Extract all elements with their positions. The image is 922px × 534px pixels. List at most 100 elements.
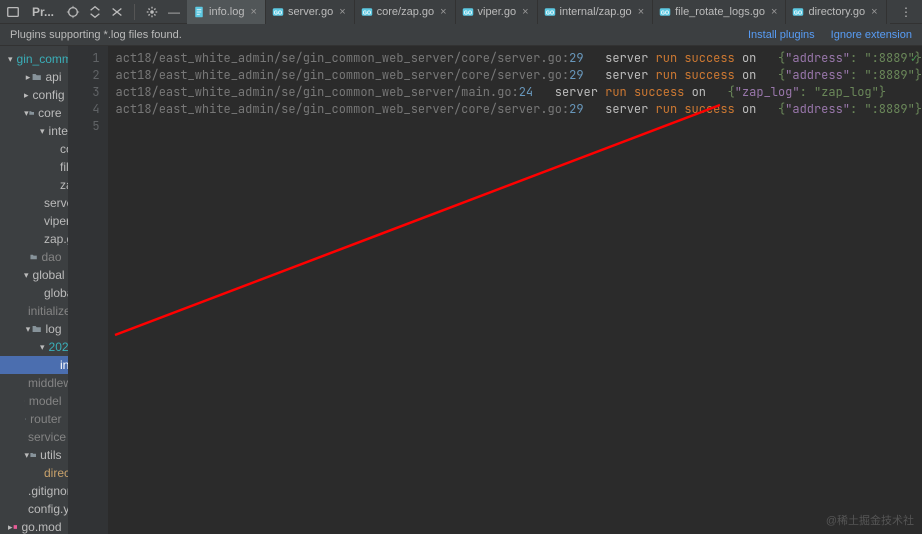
chevron-icon[interactable]: ▸ bbox=[24, 72, 32, 83]
tree-item-server-go[interactable]: GOserver.go bbox=[0, 194, 68, 212]
tab-label: info.log bbox=[209, 6, 244, 18]
tree-item-config-yaml[interactable]: config.yaml bbox=[0, 500, 68, 518]
tab-dropdown-icon[interactable]: ⋮ bbox=[894, 5, 918, 19]
tree-item-constants-go[interactable]: GOconstants.go bbox=[0, 140, 68, 158]
svg-text:GO: GO bbox=[274, 10, 282, 16]
tree-item-label: go.mod bbox=[21, 520, 61, 534]
tree-item-label: config bbox=[33, 88, 65, 102]
tree-item-go-mod[interactable]: ▸go.mod bbox=[0, 518, 68, 534]
tree-item-label: internal bbox=[49, 124, 68, 138]
tab-info-log[interactable]: info.log × bbox=[187, 0, 266, 24]
go-icon: GO bbox=[544, 6, 556, 18]
code-line[interactable]: act18/east_white_admin/se/gin_common_web… bbox=[108, 67, 922, 84]
tree-item-label: service bbox=[28, 430, 66, 444]
chevron-icon[interactable]: ▾ bbox=[40, 342, 45, 353]
tree-item-zap-go[interactable]: GOzap.go bbox=[0, 176, 68, 194]
tree-item-label: initialize bbox=[28, 304, 68, 318]
divider bbox=[134, 4, 135, 20]
go-icon: GO bbox=[462, 6, 474, 18]
tree-item-label: server.go bbox=[44, 196, 68, 210]
go-icon: GO bbox=[659, 6, 671, 18]
close-icon[interactable]: × bbox=[520, 6, 530, 18]
line-number: 2 bbox=[68, 67, 100, 84]
tree-item-label: gin_common_web_server bbox=[17, 52, 68, 66]
tree-item-label: utils bbox=[40, 448, 61, 462]
tab-label: file_rotate_logs.go bbox=[675, 6, 765, 18]
close-icon[interactable]: × bbox=[438, 6, 448, 18]
close-icon[interactable]: × bbox=[337, 6, 347, 18]
svg-text:GO: GO bbox=[363, 10, 371, 16]
go-icon: GO bbox=[361, 6, 373, 18]
chevron-icon[interactable]: ▾ bbox=[40, 126, 45, 137]
tree-item-label: constants.go bbox=[60, 142, 68, 156]
checkmark-icon: ✓ bbox=[911, 50, 918, 66]
close-icon[interactable]: × bbox=[869, 6, 879, 18]
tree-item-label: middleware bbox=[28, 376, 68, 390]
tab-label: server.go bbox=[288, 6, 333, 18]
code-line[interactable]: act18/east_white_admin/se/gin_common_web… bbox=[108, 101, 922, 118]
project-label: Pr... bbox=[26, 5, 60, 19]
tree-item-config[interactable]: ▸ config bbox=[0, 86, 68, 104]
install-plugins-link[interactable]: Install plugins bbox=[748, 29, 815, 41]
collapse-icon[interactable] bbox=[108, 3, 126, 21]
tree-item-2023-03-22[interactable]: ▾2023-03-22 bbox=[0, 338, 68, 356]
gear-icon[interactable] bbox=[143, 3, 161, 21]
tab-label: internal/zap.go bbox=[560, 6, 632, 18]
tree-item-label: file_rotate_logs.go bbox=[60, 160, 68, 174]
tree-item-info-log[interactable]: info.log bbox=[0, 356, 68, 374]
tab-label: viper.go bbox=[478, 6, 517, 18]
tree-item-label: global.go bbox=[44, 286, 68, 300]
tab-directory-go[interactable]: GOdirectory.go× bbox=[786, 0, 886, 24]
chevron-icon[interactable]: ▾ bbox=[24, 324, 32, 335]
chevron-icon[interactable]: ▾ bbox=[24, 270, 29, 281]
tree-item-viper-go[interactable]: GOviper.go bbox=[0, 212, 68, 230]
tree-item-global-go[interactable]: GOglobal.go bbox=[0, 284, 68, 302]
tab-server-go[interactable]: GO server.go × bbox=[266, 0, 355, 24]
tree-item-label: config.yaml bbox=[28, 502, 68, 516]
close-icon[interactable]: × bbox=[249, 6, 259, 18]
tree-item-core[interactable]: ▾core bbox=[0, 104, 68, 122]
tree-item-label: info.log bbox=[60, 358, 68, 372]
tree-item-model[interactable]: model bbox=[0, 392, 68, 410]
code-line[interactable]: act18/east_white_admin/se/gin_common_web… bbox=[108, 84, 922, 101]
code-content[interactable]: act18/east_white_admin/se/gin_common_web… bbox=[108, 46, 922, 534]
tree-item-service[interactable]: service bbox=[0, 428, 68, 446]
tab-file_rotate_logs-go[interactable]: GO file_rotate_logs.go × bbox=[653, 0, 786, 24]
tree-item-file_rotate_logs-go[interactable]: GOfile_rotate_logs.go bbox=[0, 158, 68, 176]
line-number: 5 bbox=[68, 118, 100, 135]
editor[interactable]: 12345 act18/east_white_admin/se/gin_comm… bbox=[68, 46, 922, 534]
tree-item-directory-go[interactable]: GOdirectory.go bbox=[0, 464, 68, 482]
tab-label: core/zap.go bbox=[377, 6, 434, 18]
code-line[interactable]: act18/east_white_admin/se/gin_common_web… bbox=[108, 50, 922, 67]
tree-item-api[interactable]: ▸ api bbox=[0, 68, 68, 86]
expand-icon[interactable] bbox=[86, 3, 104, 21]
tree-item-label: api bbox=[46, 70, 62, 84]
tree-item-initialize[interactable]: initialize bbox=[0, 302, 68, 320]
tree-item-gin_common_web_server[interactable]: ▾gin_common_web_server~/D bbox=[0, 50, 68, 68]
tab-core-zap-go[interactable]: GO core/zap.go × bbox=[355, 0, 456, 24]
project-tool-icon[interactable] bbox=[4, 3, 22, 21]
tree-item-global[interactable]: ▾global bbox=[0, 266, 68, 284]
tree-item-log[interactable]: ▾log bbox=[0, 320, 68, 338]
tab-viper-go[interactable]: GO viper.go× bbox=[456, 0, 538, 24]
tree-item-router[interactable]: router bbox=[0, 410, 68, 428]
target-icon[interactable] bbox=[64, 3, 82, 21]
chevron-icon[interactable]: ▸ bbox=[24, 90, 29, 101]
tree-item-utils[interactable]: ▾utils bbox=[0, 446, 68, 464]
tree-item-label: router bbox=[30, 412, 61, 426]
hide-icon[interactable]: — bbox=[165, 3, 183, 21]
tree-item-dao[interactable]: dao bbox=[0, 248, 68, 266]
tree-item--gitignore[interactable]: .gitignore bbox=[0, 482, 68, 500]
tree-item-internal[interactable]: ▾ internal bbox=[0, 122, 68, 140]
tab-internal-zap-go[interactable]: GO internal/zap.go × bbox=[538, 0, 654, 24]
close-icon[interactable]: × bbox=[769, 6, 779, 18]
project-tree[interactable]: ▾gin_common_web_server~/D▸api▸config▾cor… bbox=[0, 46, 68, 534]
line-number: 3 bbox=[68, 84, 100, 101]
chevron-icon[interactable]: ▾ bbox=[8, 54, 13, 65]
tree-item-label: viper.go bbox=[44, 214, 68, 228]
close-icon[interactable]: × bbox=[636, 6, 646, 18]
editor-tabs: info.log × GO server.go × GO core/zap.go × GO vip… bbox=[187, 0, 890, 24]
tree-item-middleware[interactable]: middleware bbox=[0, 374, 68, 392]
tree-item-zap-go[interactable]: GOzap.go bbox=[0, 230, 68, 248]
ignore-extension-link[interactable]: Ignore extension bbox=[831, 29, 912, 41]
